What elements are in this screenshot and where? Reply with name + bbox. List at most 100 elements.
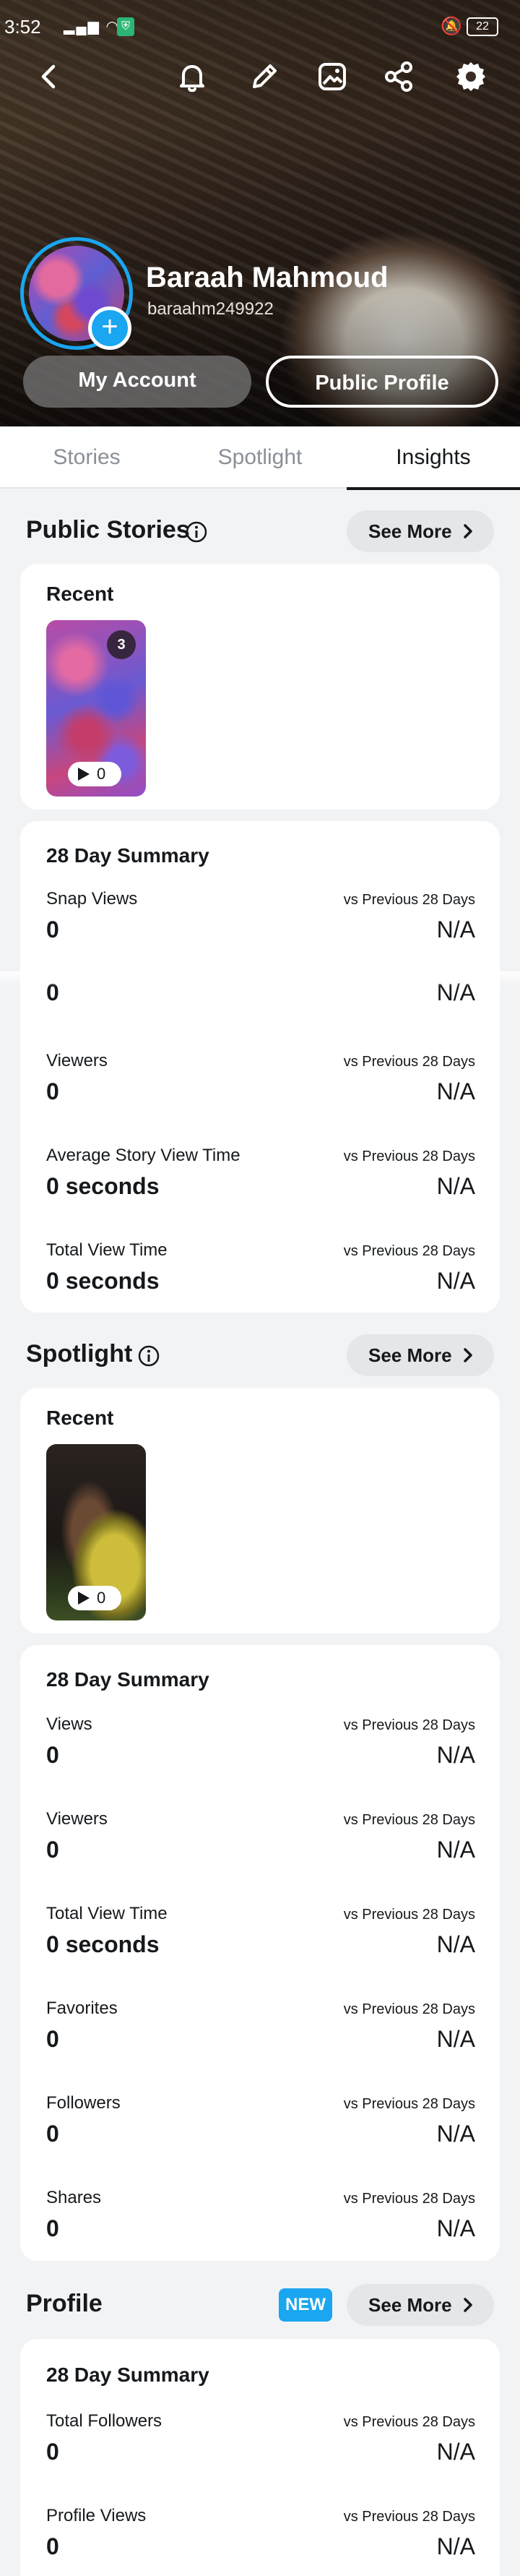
share-icon[interactable] <box>378 56 419 97</box>
see-more-button[interactable]: See More <box>347 2284 494 2326</box>
metric-compare: vs Previous 28 Days <box>343 2001 475 2017</box>
status-bar: 3:52 ▂▄▆ ◠ ⛨ 🔕 22 <box>0 0 520 52</box>
metric-value: 0 seconds <box>46 1268 160 1294</box>
views-pill: 0 <box>68 1586 121 1610</box>
gear-icon[interactable] <box>451 56 491 97</box>
metric-label: Followers <box>46 2093 121 2113</box>
my-account-button[interactable]: My Account <box>23 356 251 408</box>
tab-spotlight[interactable]: Spotlight <box>173 426 347 489</box>
see-more-button[interactable]: See More <box>347 510 494 552</box>
sticky-overlay-edge <box>0 971 520 987</box>
metric-label: Viewers <box>46 1051 108 1070</box>
metric-compare: vs Previous 28 Days <box>343 2414 475 2430</box>
metric-label: Favorites <box>46 1998 118 2018</box>
metric-followers: Followers 0 vs Previous 28 Days N/A <box>20 2093 500 2173</box>
mute-icon: 🔕 <box>441 17 462 36</box>
chevron-right-icon <box>464 524 472 538</box>
metric-compare: vs Previous 28 Days <box>343 1054 475 1070</box>
metric-value: 0 <box>46 2215 59 2241</box>
profile-name: Baraah Mahmoud <box>146 262 389 293</box>
avatar[interactable]: + <box>20 237 133 350</box>
metric-change: N/A <box>436 1742 475 1768</box>
spotlight-summary-card: 28 Day Summary Views 0 vs Previous 28 Da… <box>20 1645 500 2261</box>
info-icon[interactable] <box>185 520 208 544</box>
metric-viewers: Viewers 0 vs Previous 28 Days N/A <box>20 1809 500 1889</box>
spotlight-header: Spotlight See More <box>0 1334 520 1378</box>
profile-username: baraahm249922 <box>147 299 274 319</box>
public-stories-summary-card: 28 Day Summary Snap Views 0 vs Previous … <box>20 821 500 1313</box>
profile-insights-header: Profile NEW See More <box>0 2284 520 2327</box>
metric-change: N/A <box>436 2439 475 2465</box>
add-story-plus-icon[interactable]: + <box>88 306 131 350</box>
public-profile-button[interactable]: Public Profile <box>266 356 498 408</box>
metric-value: 0 <box>46 2121 59 2147</box>
profile-summary-card: 28 Day Summary Total Followers 0 vs Prev… <box>20 2339 500 2576</box>
see-more-label: See More <box>368 1344 452 1366</box>
section-title: Public Stories <box>26 516 190 544</box>
metric-value: 0 <box>46 1837 59 1863</box>
play-icon <box>78 1592 90 1605</box>
bell-icon[interactable] <box>172 56 212 97</box>
tab-stories[interactable]: Stories <box>0 426 173 489</box>
metric-value: 0 <box>46 1742 59 1768</box>
status-time: 3:52 <box>4 16 41 38</box>
chevron-right-icon <box>464 1348 472 1362</box>
metric-value: 0 <box>46 916 59 943</box>
recent-spotlight-card: Recent 0 <box>20 1388 500 1633</box>
metric-value: 0 <box>46 2439 59 2465</box>
see-more-label: See More <box>368 2294 452 2316</box>
pencil-icon[interactable] <box>244 56 285 97</box>
metric-label: Profile Views <box>46 2506 147 2525</box>
metric-value: 0 <box>46 2026 59 2052</box>
views-count: 0 <box>97 765 106 783</box>
metric-value: 0 <box>46 2533 59 2559</box>
public-stories-header: Public Stories See More <box>0 510 520 554</box>
summary-title: 28 Day Summary <box>46 1668 209 1691</box>
metric-change: N/A <box>436 1078 475 1104</box>
metric-change: N/A <box>436 1931 475 1957</box>
play-icon <box>78 768 90 781</box>
metric-label: Total Followers <box>46 2411 162 2431</box>
metric-value: 0 <box>46 1078 59 1104</box>
metric-compare: vs Previous 28 Days <box>343 1812 475 1828</box>
gallery-icon[interactable] <box>312 56 352 97</box>
recent-label: Recent <box>46 1407 114 1429</box>
views-count: 0 <box>97 1589 106 1607</box>
metric-change: N/A <box>436 2215 475 2241</box>
metric-label: Snap Views <box>46 889 138 909</box>
metric-shares: Shares 0 vs Previous 28 Days N/A <box>20 2188 500 2267</box>
metric-change: N/A <box>436 916 475 943</box>
metric-total-view-time: Total View Time 0 seconds vs Previous 28… <box>20 1240 500 1320</box>
back-arrow-icon[interactable] <box>29 56 69 97</box>
metric-unlabeled: 0 N/A <box>20 952 500 1031</box>
metric-compare: vs Previous 28 Days <box>343 1717 475 1733</box>
see-more-button[interactable]: See More <box>347 1334 494 1376</box>
metric-label: Views <box>46 1714 92 1734</box>
summary-title: 28 Day Summary <box>46 2364 209 2386</box>
metric-compare: vs Previous 28 Days <box>343 2509 475 2525</box>
section-title: Spotlight <box>26 1340 133 1368</box>
metric-views: Views 0 vs Previous 28 Days N/A <box>20 1714 500 1794</box>
recent-story-thumbnail[interactable]: 3 0 <box>46 620 146 797</box>
signal-icon: ▂▄▆ ◠ <box>64 19 120 35</box>
vpn-shield-icon: ⛨ <box>117 17 134 36</box>
recent-spotlight-thumbnail[interactable]: 0 <box>46 1444 146 1620</box>
tab-bar: Stories Spotlight Insights <box>0 426 520 490</box>
tab-insights[interactable]: Insights <box>347 426 520 490</box>
metric-label: Average Story View Time <box>46 1146 240 1165</box>
metric-compare: vs Previous 28 Days <box>343 2096 475 2112</box>
metric-compare: vs Previous 28 Days <box>343 1907 475 1923</box>
metric-label: Viewers <box>46 1809 108 1829</box>
metric-value: 0 seconds <box>46 1173 160 1199</box>
metric-label: Shares <box>46 2188 102 2207</box>
section-title: Profile <box>26 2290 103 2317</box>
metric-average-view-time: Average Story View Time 0 seconds vs Pre… <box>20 1146 500 1225</box>
summary-title: 28 Day Summary <box>46 844 209 867</box>
info-icon[interactable] <box>137 1344 160 1368</box>
metric-compare: vs Previous 28 Days <box>343 892 475 908</box>
metric-total-followers: Total Followers 0 vs Previous 28 Days N/… <box>20 2411 500 2491</box>
views-pill: 0 <box>68 762 121 786</box>
see-more-label: See More <box>368 520 452 542</box>
metric-compare: vs Previous 28 Days <box>343 2191 475 2207</box>
new-badge: NEW <box>279 2288 332 2322</box>
